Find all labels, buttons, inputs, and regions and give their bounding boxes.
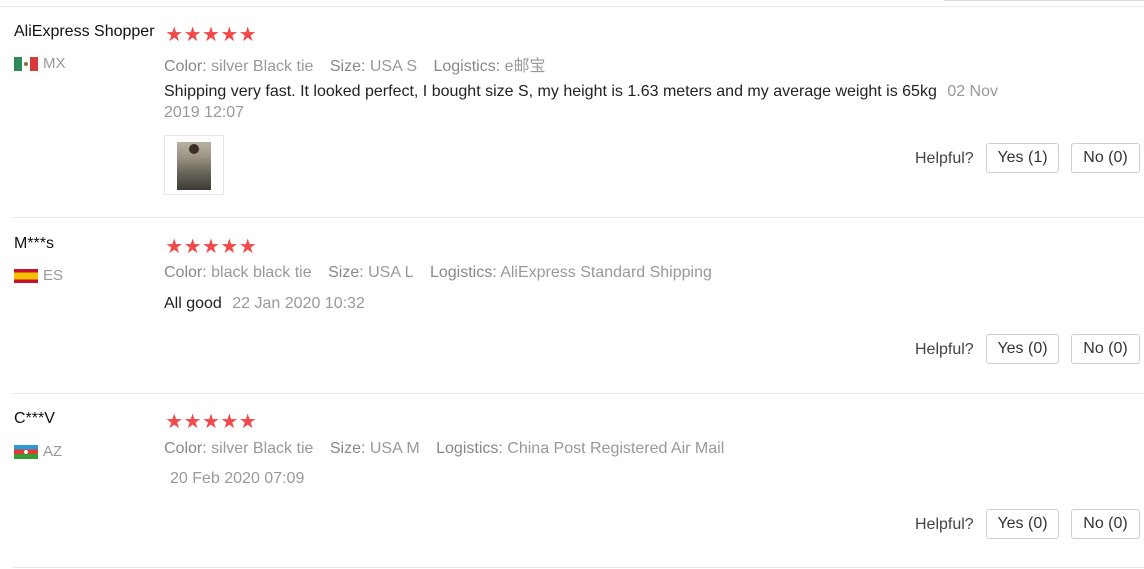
color-label: Color:	[164, 264, 207, 281]
country-code: AZ	[43, 443, 63, 460]
azerbaijan-flag-icon	[14, 444, 38, 459]
size-value: USA M	[369, 440, 420, 457]
logistics-value: China Post Registered Air Mail	[507, 440, 725, 457]
star-rating: ★★★★★	[165, 412, 257, 432]
star-icon: ★	[238, 236, 257, 258]
color-value: black black tie	[211, 264, 312, 281]
sku-attributes: Color: black black tie Size: USA L Logis…	[164, 264, 712, 282]
review-body: All good	[164, 295, 222, 312]
size-label: Size:	[329, 58, 366, 75]
color-label: Color:	[164, 58, 207, 75]
star-icon: ★	[238, 411, 257, 433]
color-value: silver Black tie	[211, 58, 314, 75]
logistics-label: Logistics:	[436, 440, 503, 457]
helpful-yes-button[interactable]: Yes (0)	[986, 334, 1059, 364]
top-divider	[0, 6, 1144, 7]
star-icon: ★	[165, 411, 184, 433]
star-rating: ★★★★★	[165, 25, 257, 45]
review-text: Shipping very fast. It looked perfect, I…	[164, 81, 1024, 123]
star-icon: ★	[183, 411, 202, 433]
review-photo[interactable]	[164, 135, 224, 195]
reviewer-country: ES	[14, 267, 63, 284]
star-icon: ★	[183, 24, 202, 46]
review-divider	[12, 567, 1144, 568]
size-label: Size:	[329, 440, 366, 457]
reviewer-name: M***s	[14, 235, 55, 252]
review-text: 20 Feb 2020 07:09	[164, 468, 1024, 489]
star-rating: ★★★★★	[165, 237, 257, 257]
color-value: silver Black tie	[211, 440, 314, 457]
review-body: Shipping very fast. It looked perfect, I…	[164, 83, 937, 100]
review-divider	[12, 393, 1144, 394]
star-icon: ★	[165, 24, 184, 46]
review-divider	[12, 217, 1144, 218]
country-code: MX	[43, 55, 66, 72]
review-date: 22 Jan 2020 10:32	[232, 295, 365, 312]
star-icon: ★	[183, 236, 202, 258]
top-edge-line	[944, 0, 1144, 1]
review-text: All good 22 Jan 2020 10:32	[164, 293, 1024, 314]
sku-attributes: Color: silver Black tie Size: USA M Logi…	[164, 440, 724, 458]
helpful-no-button[interactable]: No (0)	[1071, 334, 1140, 364]
mexico-flag-icon	[14, 56, 38, 71]
star-icon: ★	[202, 24, 220, 46]
helpful-label: Helpful?	[915, 516, 974, 533]
star-icon: ★	[202, 411, 220, 433]
helpful-no-button[interactable]: No (0)	[1071, 509, 1140, 539]
logistics-label: Logistics:	[429, 264, 497, 281]
star-icon: ★	[238, 24, 257, 46]
size-label: Size:	[328, 264, 364, 281]
star-icon: ★	[165, 236, 184, 258]
helpful-label: Helpful?	[915, 341, 974, 358]
size-value: USA L	[368, 264, 414, 281]
review-date: 20 Feb 2020 07:09	[170, 470, 305, 487]
spain-flag-icon	[14, 268, 38, 283]
helpful-no-button[interactable]: No (0)	[1071, 143, 1140, 173]
star-icon: ★	[220, 236, 239, 258]
helpful-yes-button[interactable]: Yes (0)	[986, 509, 1059, 539]
color-label: Color:	[164, 440, 207, 457]
sku-attributes: Color: silver Black tie Size: USA S Logi…	[164, 52, 546, 76]
logistics-value: e邮宝	[504, 58, 546, 75]
star-icon: ★	[202, 236, 220, 258]
reviewer-country: MX	[14, 55, 66, 72]
logistics-label: Logistics:	[433, 58, 501, 75]
reviewer-name: AliExpress Shopper	[14, 23, 155, 40]
helpful-label: Helpful?	[915, 150, 974, 167]
country-code: ES	[43, 267, 64, 284]
star-icon: ★	[220, 24, 239, 46]
reviewer-name: C***V	[14, 410, 55, 427]
size-value: USA S	[369, 58, 418, 75]
review-photo-image	[177, 142, 211, 190]
star-icon: ★	[220, 411, 239, 433]
logistics-value: AliExpress Standard Shipping	[500, 264, 712, 281]
reviewer-country: AZ	[14, 443, 62, 460]
helpful-yes-button[interactable]: Yes (1)	[986, 143, 1059, 173]
